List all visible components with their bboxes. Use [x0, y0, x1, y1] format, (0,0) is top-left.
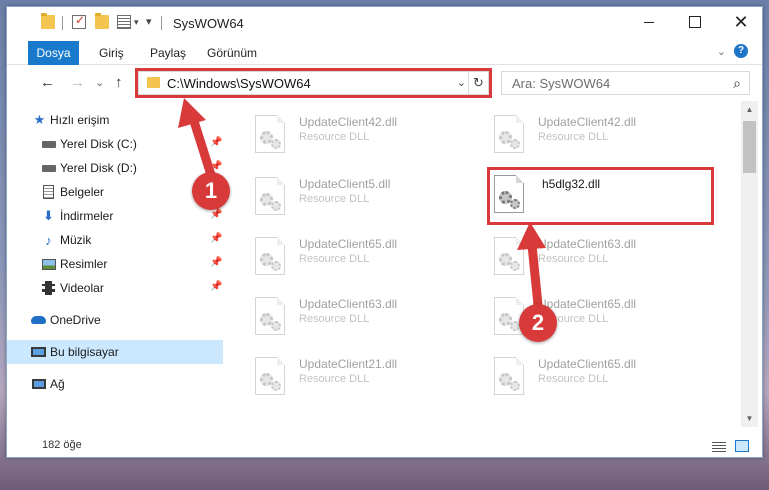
arrow-2-shaft: [527, 240, 543, 310]
step-2-badge: 2: [519, 304, 557, 342]
arrow-1-shaft: [188, 113, 217, 183]
annotation-arrows: [178, 98, 546, 310]
arrow-2-head: [517, 222, 546, 250]
step-1-badge: 1: [192, 172, 230, 210]
arrow-1-head: [178, 98, 206, 128]
